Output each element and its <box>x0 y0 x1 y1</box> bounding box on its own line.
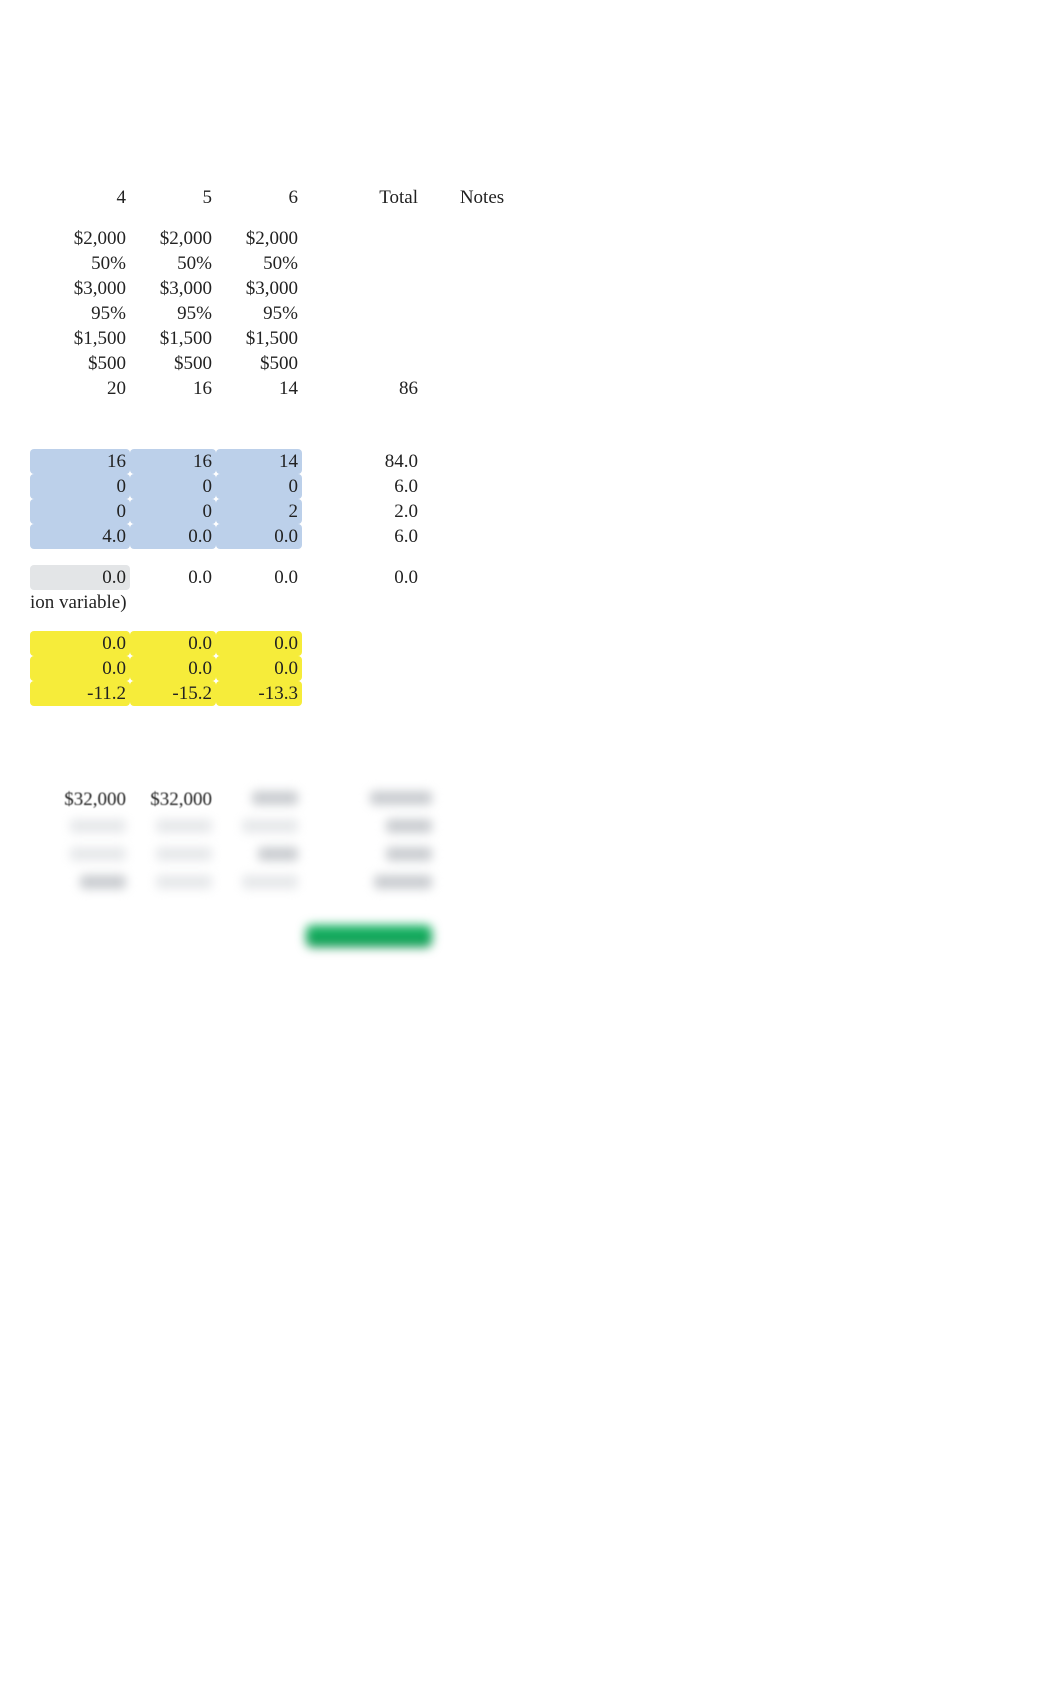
cell: $500 <box>216 351 302 376</box>
cell: $1,500 <box>30 326 130 351</box>
table-row: 50% 50% 50% <box>30 251 542 276</box>
cell: $32,000 <box>130 784 216 812</box>
cell-highlight-yellow: 0.0 <box>130 656 216 681</box>
cell: 0.0 <box>216 565 302 590</box>
table-row <box>30 868 556 896</box>
col-header-6: 6 <box>216 185 302 210</box>
blurred-cell <box>216 812 302 840</box>
col-header-4: 4 <box>30 185 130 210</box>
cell: $3,000 <box>130 276 216 301</box>
blurred-cell <box>302 812 436 840</box>
action-button[interactable] <box>306 925 432 947</box>
blurred-cell <box>130 812 216 840</box>
table-row: -11.2 -15.2 -13.3 <box>30 681 542 706</box>
cell: $3,000 <box>30 276 130 301</box>
cell: $1,500 <box>130 326 216 351</box>
cell-total: 6.0 <box>302 524 422 549</box>
table-row: $2,000 $2,000 $2,000 <box>30 226 542 251</box>
blurred-cell <box>302 868 436 896</box>
cell: 0.0 <box>130 565 216 590</box>
blurred-cell <box>216 840 302 868</box>
blurred-cell <box>30 868 130 896</box>
cell-highlight-yellow: 0.0 <box>30 656 130 681</box>
col-header-5: 5 <box>130 185 216 210</box>
cell: 14 <box>216 376 302 401</box>
lower-table: $32,000 $32,000 <box>30 784 556 950</box>
table-row: 0 0 2 2.0 <box>30 499 542 524</box>
cell-highlight-blue: 4.0 <box>30 524 130 549</box>
cell-highlight-blue: 0.0 <box>216 524 302 549</box>
cell-highlight-yellow: -11.2 <box>30 681 130 706</box>
table-row: 95% 95% 95% <box>30 301 542 326</box>
cell: $32,000 <box>30 784 130 812</box>
cell-highlight-blue: 16 <box>30 449 130 474</box>
table-row: 0.0 0.0 0.0 0.0 <box>30 565 542 590</box>
cell-highlight-yellow: -13.3 <box>216 681 302 706</box>
blurred-cell <box>302 784 436 812</box>
cell-highlight-blue: 0 <box>130 499 216 524</box>
table-row: $32,000 $32,000 <box>30 784 556 812</box>
cell: $3,000 <box>216 276 302 301</box>
cell: 95% <box>130 301 216 326</box>
cell: $500 <box>30 351 130 376</box>
cell: 95% <box>30 301 130 326</box>
cell-highlight-yellow: -15.2 <box>130 681 216 706</box>
cell: $500 <box>130 351 216 376</box>
cell-highlight-blue: 14 <box>216 449 302 474</box>
table-row: $1,500 $1,500 $1,500 <box>30 326 542 351</box>
cell-highlight-blue: 0.0 <box>130 524 216 549</box>
table-row: $500 $500 $500 <box>30 351 542 376</box>
cell-highlight-blue: 16 <box>130 449 216 474</box>
col-header-notes: Notes <box>422 185 542 210</box>
table-row <box>30 812 556 840</box>
table-row: 0 0 0 6.0 <box>30 474 542 499</box>
blurred-cell <box>130 868 216 896</box>
table-row <box>30 896 556 950</box>
header-row: 4 5 6 Total Notes <box>30 185 542 210</box>
cell: 50% <box>30 251 130 276</box>
spreadsheet-table: 4 5 6 Total Notes $2,000 $2,000 $2,000 5… <box>30 185 542 706</box>
cell-total: 2.0 <box>302 499 422 524</box>
cell-highlight-grey: 0.0 <box>30 565 130 590</box>
table-row <box>30 840 556 868</box>
cell-highlight-blue: 0 <box>30 474 130 499</box>
cell-highlight-yellow: 0.0 <box>30 631 130 656</box>
cell: 16 <box>130 376 216 401</box>
cell: 20 <box>30 376 130 401</box>
table-row: 16 16 14 84.0 <box>30 449 542 474</box>
cell: 50% <box>216 251 302 276</box>
cell-total: 0.0 <box>302 565 422 590</box>
table-row: $3,000 $3,000 $3,000 <box>30 276 542 301</box>
cell-highlight-blue: 0 <box>30 499 130 524</box>
cell-highlight-blue: 2 <box>216 499 302 524</box>
table-row: 20 16 14 86 <box>30 376 542 401</box>
cell: 50% <box>130 251 216 276</box>
cell-highlight-yellow: 0.0 <box>130 631 216 656</box>
cell: 95% <box>216 301 302 326</box>
cell: $2,000 <box>216 226 302 251</box>
cell: $2,000 <box>30 226 130 251</box>
cell-total: 86 <box>302 376 422 401</box>
cell-highlight-blue: 0 <box>130 474 216 499</box>
cell: $1,500 <box>216 326 302 351</box>
blurred-cell <box>302 840 436 868</box>
table-row: 0.0 0.0 0.0 <box>30 656 542 681</box>
blurred-cell <box>216 784 302 812</box>
cell-total: 84.0 <box>302 449 422 474</box>
blurred-cell <box>30 812 130 840</box>
blurred-cell <box>130 840 216 868</box>
truncated-label: ion variable) <box>30 590 542 615</box>
cell-total: 6.0 <box>302 474 422 499</box>
cell-highlight-blue: 0 <box>216 474 302 499</box>
blurred-cell <box>216 868 302 896</box>
blurred-button-cell <box>302 896 436 950</box>
cell-highlight-yellow: 0.0 <box>216 631 302 656</box>
table-row: 0.0 0.0 0.0 <box>30 631 542 656</box>
col-header-total: Total <box>302 185 422 210</box>
blurred-cell <box>30 840 130 868</box>
label-row: ion variable) <box>30 590 542 615</box>
cell-highlight-yellow: 0.0 <box>216 656 302 681</box>
table-row: 4.0 0.0 0.0 6.0 <box>30 524 542 549</box>
cell: $2,000 <box>130 226 216 251</box>
